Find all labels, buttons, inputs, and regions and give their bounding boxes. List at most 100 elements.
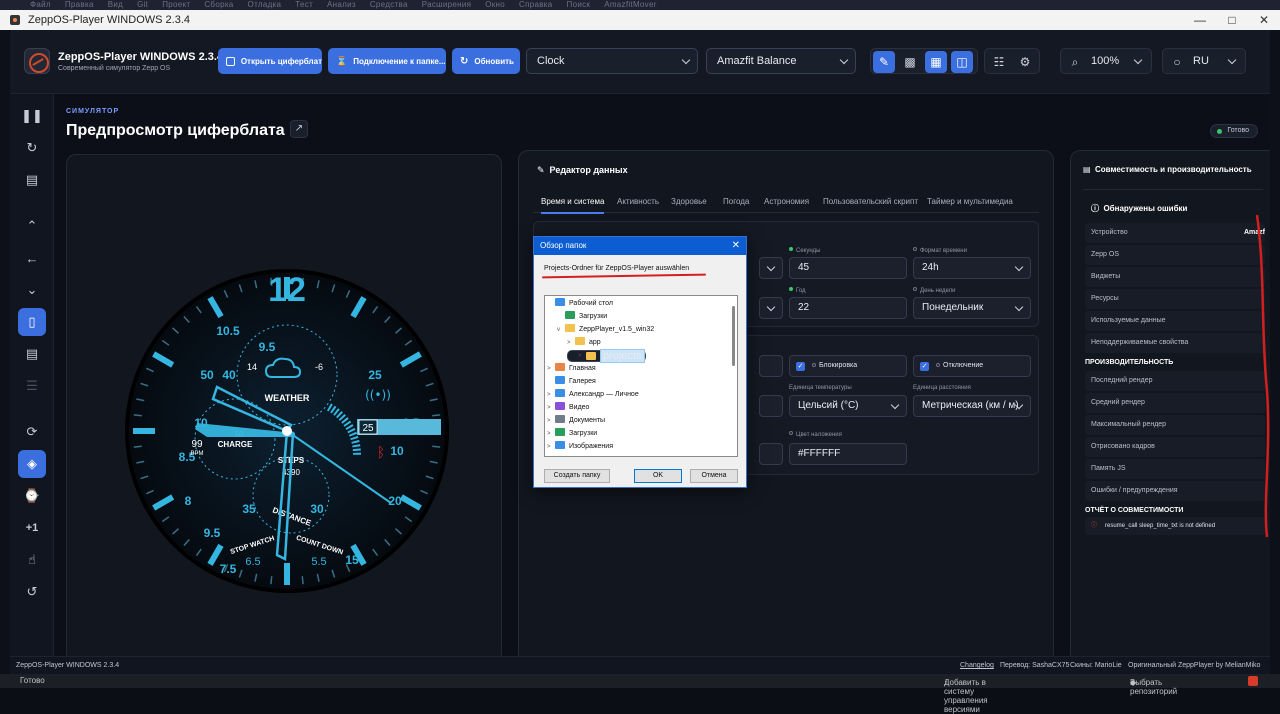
hidden-field-partial[interactable] [759,395,783,417]
close-icon[interactable]: ✕ [732,237,740,255]
time-format-select[interactable]: 24h [913,257,1031,279]
lock-checkbox[interactable]: ✓ Блокировка [789,355,907,377]
footer-translation: Перевод: SashaCX75 [1000,662,1070,669]
restart-icon[interactable]: ↻ [18,134,46,162]
perf-row: Последний рендер [1085,371,1265,391]
chart-icon[interactable]: ▦ [925,51,947,73]
folder-icon [575,337,585,345]
language-value[interactable]: RU [1193,55,1209,67]
hidden-select-partial[interactable] [759,257,783,279]
hidden-field-partial[interactable] [759,355,783,377]
background-menu-item: Git [137,0,149,9]
gear-icon[interactable]: ⚙ [1014,51,1036,73]
folder-tree-node[interactable]: > Документы [547,415,605,427]
expand-arrow-icon[interactable]: > [547,428,555,440]
download-icon [565,311,575,319]
minimize-icon[interactable]: — [1184,10,1216,30]
pause-icon[interactable]: ❚❚ [18,102,46,130]
expand-arrow-icon[interactable]: > [547,441,555,453]
aod-icon[interactable]: ▤ [18,340,46,368]
zoom-value[interactable]: 100% [1091,55,1119,67]
layers-icon[interactable]: ◈ [18,450,46,478]
tab-astronomy[interactable]: Астрономия [764,197,809,206]
folder-tree-node[interactable]: > app [567,337,601,349]
reset-icon[interactable]: ↺ [18,578,46,606]
console-icon[interactable]: ▩ [899,51,921,73]
watch-face[interactable]: 5010.5109.58.587.59.5403530252015102.5 1… [67,155,503,656]
folder-tree-node[interactable]: Загрузки [557,311,607,323]
tab-activity[interactable]: Активность [617,197,659,206]
expand-arrow-icon[interactable]: v [557,324,565,336]
folder-tree-node[interactable]: v ZeppPlayer_v1.5_win32 [557,324,654,336]
chevron-down-icon[interactable]: ⌄ [18,276,46,304]
dial-tick [133,414,142,417]
tab-timer-media[interactable]: Таймер и мультимедиа [927,197,1013,206]
close-icon[interactable]: ✕ [1248,10,1280,30]
seconds-field[interactable]: 45 [789,257,907,279]
touch-icon[interactable]: ☝ [18,546,46,574]
connect-folder-button[interactable]: ⌛ Подключение к папке... [328,48,446,74]
tab-health[interactable]: Здоровье [671,197,707,206]
hidden-field-partial[interactable] [759,443,783,465]
device-icon[interactable]: ▯ [18,308,46,336]
refresh-button[interactable]: ↻ Обновить [452,48,520,74]
tree-scrollbar[interactable] [732,306,735,366]
maximize-icon[interactable]: □ [1216,10,1248,30]
dist-unit-label: Единица расстояния [913,385,971,391]
app-icon [10,15,20,25]
dial-tick [270,576,273,585]
folder-tree-node[interactable]: > Видео [547,402,589,414]
tab-custom-script[interactable]: Пользовательский скрипт [823,197,918,206]
folder-tree-node[interactable]: > Александр — Личное [547,389,639,401]
folder-tree-label: Документы [569,417,606,424]
year-label: Год [789,287,806,294]
temp-unit-select[interactable]: Цельсий (°C) [789,395,907,417]
expand-arrow-icon[interactable]: > [578,350,586,362]
dialog-hint: Projects-Ordner für ZeppOS-Player auswäh… [544,265,690,272]
watch-icon[interactable]: ⌚ [18,482,46,510]
tab-weather[interactable]: Погода [723,197,749,206]
folder-tree-node[interactable]: > Загрузки [547,428,597,440]
folder-tree-node[interactable]: > Изображения [547,441,613,453]
weekday-select[interactable]: Понедельник [913,297,1031,319]
overlay-color-field[interactable]: #FFFFFF [789,443,907,465]
expand-arrow-icon[interactable]: > [547,402,555,414]
app-header: ZeppOS-Player WINDOWS 2.3.4 Современный … [10,30,1270,94]
watchface-select[interactable]: Clock [526,48,698,74]
arrow-left-icon[interactable]: ← [18,244,46,272]
expand-arrow-icon[interactable]: > [567,337,575,349]
weather-right-value: -6 [315,362,323,372]
chevron-up-icon[interactable]: ⌃ [18,212,46,240]
layout-icon[interactable]: ◫ [951,51,973,73]
tab-time-system[interactable]: Время и система [541,197,605,214]
device-select[interactable]: Amazfit Balance [706,48,856,74]
folder-tree-node[interactable]: Галерея [547,376,596,388]
changelog-link[interactable]: Changelog [960,662,994,669]
plus-one-icon[interactable]: +1 [18,514,46,542]
expand-arrow-icon[interactable]: > [547,363,555,375]
folder-tree-node[interactable]: > projects [567,349,646,363]
notification-icon[interactable] [1248,676,1258,686]
hidden-select-partial[interactable] [759,297,783,319]
grid-icon[interactable]: ☷ [988,51,1010,73]
folder-tree-node[interactable]: Рабочий стол [547,298,613,310]
year-field[interactable]: 22 [789,297,907,319]
folder-tree-node[interactable]: > Главная [547,363,596,375]
new-folder-button[interactable]: Создать папку [544,469,610,483]
folder-tree[interactable]: Рабочий стол Загрузки v ZeppPlayer_v1.5_win… [544,295,738,457]
cancel-button[interactable]: Отмена [690,469,738,483]
gif-icon[interactable]: ▤ [18,166,46,194]
expand-arrow-icon[interactable]: > [547,415,555,427]
disconnect-checkbox[interactable]: ✓ Отключение [913,355,1031,377]
open-watchface-button[interactable]: Открыть циферблат [218,48,322,74]
expand-arrow-icon[interactable]: > [547,389,555,401]
pencil-icon[interactable]: ✎ [873,51,895,73]
status-badge: Готово [1210,124,1258,138]
status-dot [789,287,793,291]
sliders-icon[interactable]: ☰ [18,372,46,400]
folder-tree-label: Галерея [569,378,596,385]
ok-button[interactable]: OK [634,469,682,483]
rotate-icon[interactable]: ⟳ [18,418,46,446]
external-link-icon[interactable]: ↗ [290,120,308,138]
dist-unit-select[interactable]: Метрическая (км / м) [913,395,1031,417]
